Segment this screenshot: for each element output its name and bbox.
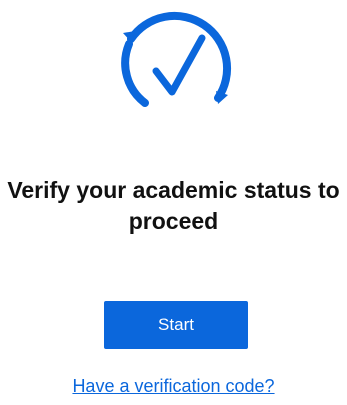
verification-page: Verify your academic status to proceed S… — [0, 0, 347, 405]
circular-checkmark-icon — [114, 8, 238, 124]
start-button[interactable]: Start — [104, 301, 248, 349]
verification-heading: Verify your academic status to proceed — [7, 177, 340, 234]
verification-code-link[interactable]: Have a verification code? — [0, 374, 347, 398]
